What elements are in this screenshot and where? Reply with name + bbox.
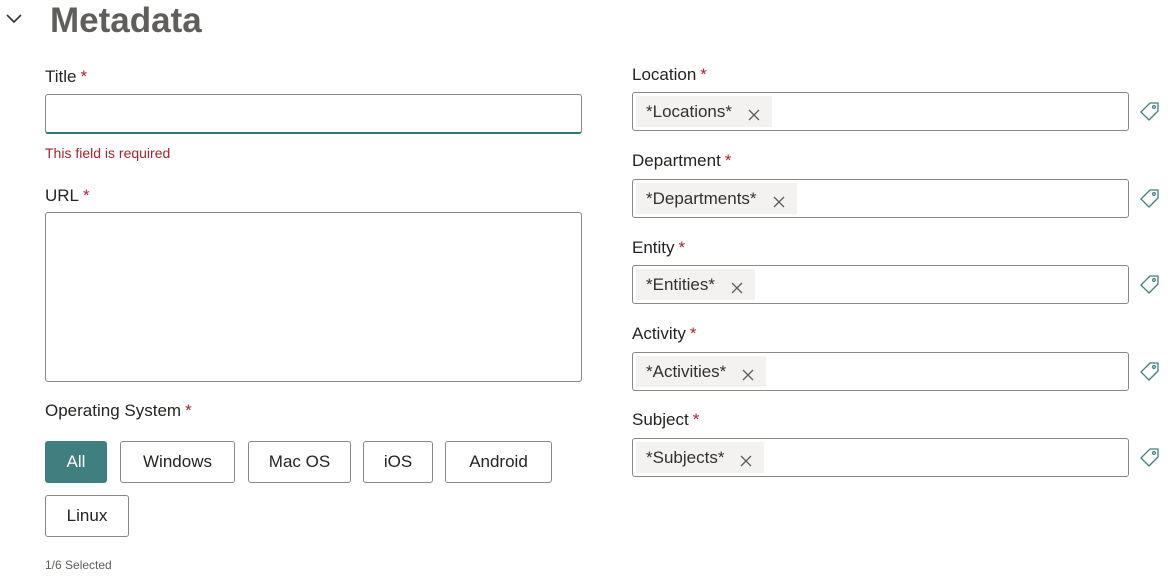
close-icon[interactable] bbox=[748, 106, 760, 120]
os-button-all[interactable]: All bbox=[45, 441, 107, 483]
os-button-ios[interactable]: iOS bbox=[363, 441, 433, 483]
close-icon[interactable] bbox=[742, 366, 754, 380]
title-label-text: Title bbox=[45, 67, 77, 86]
close-icon[interactable] bbox=[773, 193, 785, 207]
os-button-linux[interactable]: Linux bbox=[45, 495, 129, 537]
tag-icon[interactable] bbox=[1139, 274, 1160, 295]
location-label: Location * bbox=[632, 64, 707, 86]
os-label-text: Operating System bbox=[45, 401, 182, 420]
close-icon[interactable] bbox=[740, 452, 752, 466]
subject-tag-picker[interactable]: *Subjects* bbox=[632, 438, 1129, 477]
activity-tag-picker[interactable]: *Activities* bbox=[632, 352, 1129, 391]
os-button-windows[interactable]: Windows bbox=[120, 441, 235, 483]
url-label: URL * bbox=[45, 185, 90, 207]
url-textarea[interactable] bbox=[45, 212, 582, 382]
required-mark: * bbox=[678, 238, 686, 257]
required-mark: * bbox=[724, 151, 732, 170]
department-tag-picker[interactable]: *Departments* bbox=[632, 179, 1129, 218]
activity-label-text: Activity bbox=[632, 324, 686, 343]
department-tag: *Departments* bbox=[636, 183, 797, 214]
tag-icon[interactable] bbox=[1139, 101, 1160, 122]
subject-tag: *Subjects* bbox=[636, 442, 765, 473]
title-error-message: This field is required bbox=[45, 145, 171, 161]
tag-text: *Locations* bbox=[646, 101, 733, 121]
metadata-panel: Metadata Title * This field is required U… bbox=[0, 0, 1169, 579]
tag-icon[interactable] bbox=[1139, 447, 1160, 468]
entity-tag: *Entities* bbox=[636, 269, 755, 300]
close-icon[interactable] bbox=[731, 279, 743, 293]
required-mark: * bbox=[700, 65, 707, 84]
title-label: Title * bbox=[45, 66, 87, 88]
tag-text: *Departments* bbox=[646, 188, 757, 208]
tag-text: *Subjects* bbox=[646, 447, 725, 467]
activity-tag: *Activities* bbox=[636, 356, 767, 387]
location-tag-picker[interactable]: *Locations* bbox=[632, 92, 1129, 131]
activity-label: Activity * bbox=[632, 323, 696, 345]
tag-text: *Entities* bbox=[646, 274, 715, 294]
os-label: Operating System * bbox=[45, 400, 192, 422]
os-button-mac-os[interactable]: Mac OS bbox=[248, 441, 351, 483]
subject-label: Subject * bbox=[632, 409, 699, 431]
tag-icon[interactable] bbox=[1139, 361, 1160, 382]
subject-label-text: Subject bbox=[632, 410, 689, 429]
tag-icon[interactable] bbox=[1139, 188, 1160, 209]
os-selected-count: 1/6 Selected bbox=[45, 558, 112, 572]
entity-label-text: Entity bbox=[632, 238, 675, 257]
tag-text: *Activities* bbox=[646, 361, 727, 381]
entity-tag-picker[interactable]: *Entities* bbox=[632, 265, 1129, 304]
department-label-text: Department bbox=[632, 151, 721, 170]
required-mark: * bbox=[689, 324, 697, 343]
page-title: Metadata bbox=[50, 1, 202, 40]
title-input[interactable] bbox=[45, 94, 582, 134]
location-tag: *Locations* bbox=[636, 96, 773, 127]
location-label-text: Location bbox=[632, 65, 697, 84]
chevron-down-icon[interactable] bbox=[4, 8, 24, 28]
os-button-android[interactable]: Android bbox=[445, 441, 552, 483]
required-mark: * bbox=[80, 67, 88, 86]
url-label-text: URL bbox=[45, 186, 80, 205]
department-label: Department * bbox=[632, 150, 731, 172]
entity-label: Entity * bbox=[632, 237, 685, 259]
required-mark: * bbox=[83, 186, 90, 205]
required-mark: * bbox=[692, 410, 700, 429]
required-mark: * bbox=[185, 401, 192, 420]
